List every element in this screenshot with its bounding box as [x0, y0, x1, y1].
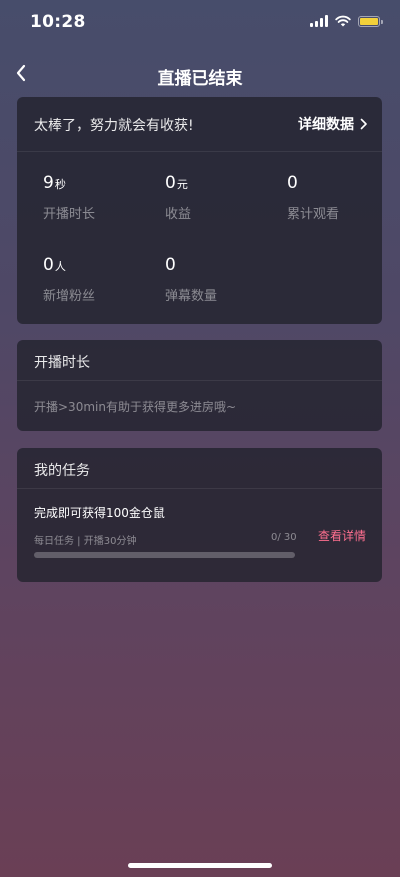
stat-label: 累计观看 — [287, 207, 340, 222]
status-bar: 10:28 — [0, 0, 400, 44]
summary-card: 太棒了，努力就会有收获! 详细数据 9秒 开播时长 0元 收益 0 累计观看 0… — [17, 97, 382, 324]
stat-label: 弹幕数量 — [165, 289, 218, 304]
status-time: 10:28 — [30, 12, 86, 32]
stat-label: 新增粉丝 — [43, 289, 96, 304]
status-icons — [310, 15, 383, 27]
stat-unit: 秒 — [54, 178, 66, 191]
task-subtitle: 每日任务 | 开播30分钟 — [34, 536, 137, 547]
stat-unit: 元 — [176, 178, 188, 191]
duration-tip: 开播>30min有助于获得更多进房哦~ — [34, 400, 237, 414]
stat-label: 收益 — [165, 207, 192, 222]
summary-card-header: 太棒了，努力就会有收获! 详细数据 — [17, 97, 382, 152]
stat-label: 开播时长 — [43, 207, 96, 222]
nav-bar: 直播已结束 — [0, 52, 400, 96]
stat-earnings: 0元 收益 — [165, 173, 275, 222]
cellular-signal-icon — [310, 15, 328, 27]
stat-value: 0 — [165, 173, 176, 193]
stat-unit: 人 — [54, 260, 66, 273]
duration-title: 开播时长 — [34, 355, 90, 371]
stat-new-fans: 0人 新增粉丝 — [43, 255, 153, 304]
stat-duration: 9秒 开播时长 — [43, 173, 153, 222]
chevron-right-icon — [360, 118, 367, 130]
summary-message: 太棒了，努力就会有收获! — [34, 118, 194, 134]
stat-value: 0 — [287, 173, 298, 193]
detail-data-label: 详细数据 — [298, 117, 354, 133]
stat-danmaku-count: 0 弹幕数量 — [165, 255, 275, 304]
task-progress-bar — [34, 552, 295, 558]
stat-value: 9 — [43, 173, 54, 193]
tasks-card: 我的任务 完成即可获得100金仓鼠 每日任务 | 开播30分钟 0/ 30 查看… — [17, 448, 382, 582]
tasks-card-header: 我的任务 — [17, 448, 382, 489]
task-progress-text: 0/ 30 — [271, 532, 297, 543]
tasks-title: 我的任务 — [34, 463, 90, 479]
wifi-icon — [335, 15, 351, 27]
duration-card: 开播时长 开播>30min有助于获得更多进房哦~ — [17, 340, 382, 431]
view-task-detail-button[interactable]: 查看详情 — [318, 527, 366, 544]
stat-value: 0 — [43, 255, 54, 275]
home-indicator — [128, 863, 272, 868]
stat-value: 0 — [165, 255, 176, 275]
battery-icon — [358, 15, 383, 27]
task-name: 完成即可获得100金仓鼠 — [34, 506, 165, 520]
duration-card-header: 开播时长 — [17, 340, 382, 381]
stat-total-views: 0 累计观看 — [287, 173, 397, 222]
page-title: 直播已结束 — [157, 69, 243, 89]
detail-data-link[interactable]: 详细数据 — [298, 114, 368, 134]
